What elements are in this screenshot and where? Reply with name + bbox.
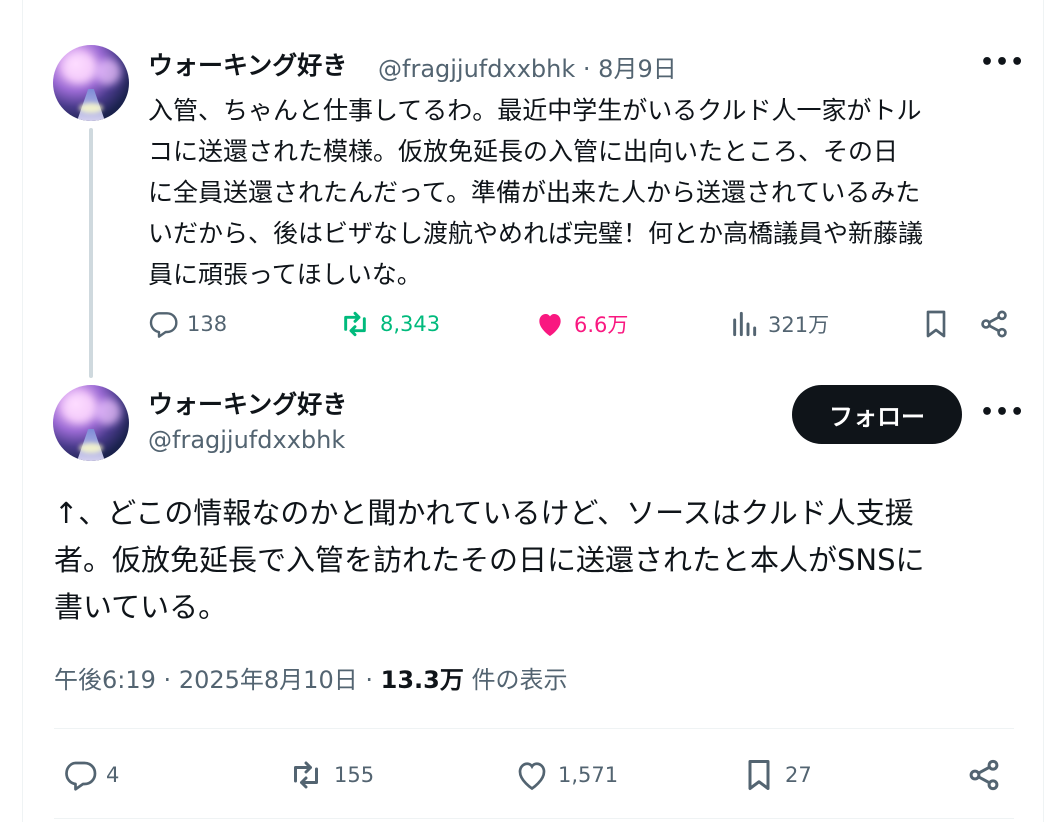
main-line-3: 書いている。 [54, 590, 228, 624]
main-bookmark-count: 27 [785, 763, 812, 787]
parent-line-5: 員に頑張ってほしいな。 [148, 260, 422, 289]
parent-line-1: 入管、ちゃんと仕事してるわ。最近中学生がいるクルド人一家がトル [148, 96, 922, 125]
main-like-button[interactable]: 1,571 [514, 757, 618, 793]
parent-views-button[interactable]: 321万 [728, 308, 829, 340]
tweet-views-label: 件の表示 [471, 666, 568, 694]
parent-like-count: 6.6万 [574, 313, 629, 337]
tweet-time[interactable]: 午後6:19 [54, 666, 156, 694]
meta-dot-2: · [365, 666, 373, 694]
parent-reply-count: 138 [187, 312, 228, 336]
parent-like-button[interactable]: 6.6万 [534, 308, 628, 340]
reply-icon [62, 757, 98, 793]
main-bookmark-button[interactable]: 27 [741, 757, 812, 793]
main-display-name[interactable]: ウォーキング好き [148, 385, 347, 421]
tweet-metadata: 午後6:19 · 2025年8月10日 · 13.3万 件の表示 [54, 660, 568, 695]
bookmark-icon [741, 757, 777, 793]
main-tweet-text: ↑、どこの情報なのかと聞かれているけど、ソースはクルド人支援 者。仮放免延長で入… [54, 490, 1024, 631]
share-icon [978, 308, 1010, 340]
main-line-2: 者。仮放免延長で入管を訪れたその日に送還されたと本人がSNSに [54, 543, 925, 577]
parent-share-button[interactable] [978, 308, 1010, 340]
views-icon [728, 308, 760, 340]
main-share-button[interactable] [966, 757, 1002, 793]
main-reply-button[interactable]: 4 [62, 757, 119, 793]
main-reply-count: 4 [106, 763, 120, 787]
parent-repost-count: 8,343 [380, 312, 441, 336]
main-line-1: ↑、どこの情報なのかと聞かれているけど、ソースはクルド人支援 [54, 496, 914, 530]
parent-separator: · [582, 55, 591, 83]
parent-line-2: コに送還された模様。仮放免延長の入管に出向いたところ、その日 [148, 137, 899, 166]
main-avatar[interactable] [53, 385, 129, 461]
parent-handle-text[interactable]: @fragjjufdxxbhk [378, 55, 575, 83]
reply-icon [147, 308, 179, 340]
follow-button[interactable]: フォロー [792, 385, 962, 444]
like-icon [534, 308, 566, 340]
main-repost-button[interactable]: 155 [286, 757, 374, 793]
parent-line-3: に全員送還されたんだって。準備が出来た人から送還されているみた [148, 178, 921, 207]
main-like-count: 1,571 [558, 763, 619, 787]
tweet-views-count[interactable]: 13.3万 [381, 666, 464, 694]
parent-handle[interactable]: @fragjjufdxxbhk · 8月9日 [378, 49, 677, 84]
repost-icon [338, 308, 372, 340]
parent-reply-button[interactable]: 138 [147, 308, 227, 340]
divider-top [54, 728, 1014, 729]
bookmark-icon [920, 308, 952, 340]
parent-avatar[interactable] [53, 45, 129, 121]
parent-date[interactable]: 8月9日 [598, 55, 677, 83]
tweet-date[interactable]: 2025年8月10日 [179, 666, 358, 694]
parent-display-name[interactable]: ウォーキング好き [148, 46, 347, 82]
parent-views-count: 321万 [768, 313, 830, 337]
repost-icon [286, 757, 326, 793]
main-handle[interactable]: @fragjjufdxxbhk [148, 426, 345, 454]
parent-repost-button[interactable]: 8,343 [338, 308, 440, 340]
parent-line-4: いだから、後はビザなし渡航やめれば完璧！何とか高橋議員や新藤議 [148, 219, 924, 248]
timeline-border-right [1043, 0, 1044, 822]
main-repost-count: 155 [334, 763, 375, 787]
share-icon [966, 757, 1002, 793]
main-more-icon[interactable]: ••• [980, 400, 1025, 425]
timeline-border-left [22, 0, 23, 822]
thread-connector-line [89, 128, 93, 378]
meta-dot-1: · [163, 666, 172, 694]
parent-tweet-text: 入管、ちゃんと仕事してるわ。最近中学生がいるクルド人一家がトル コに送還された模… [148, 90, 1028, 295]
like-icon [514, 757, 550, 793]
parent-more-icon[interactable]: ••• [980, 50, 1025, 75]
parent-bookmark-button[interactable] [920, 308, 952, 340]
divider-bottom [54, 818, 1014, 819]
